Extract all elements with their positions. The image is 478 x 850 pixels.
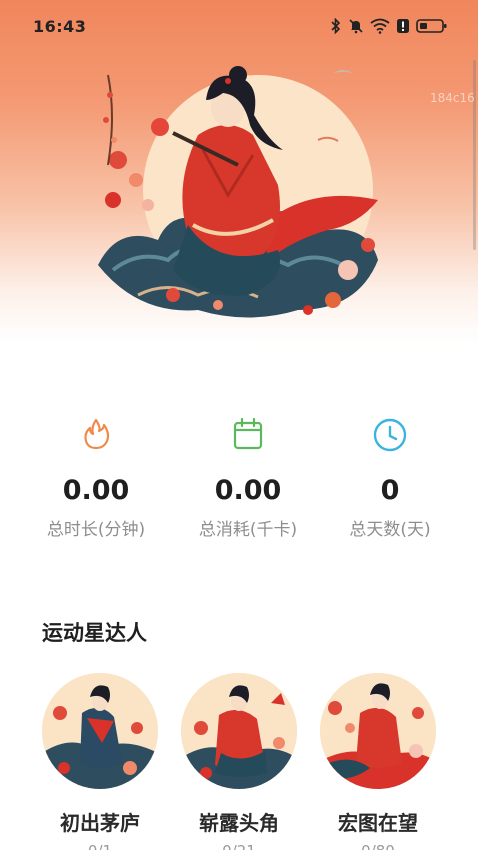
achievement-badge-image — [42, 673, 158, 789]
achievement-progress: 0/80 — [318, 842, 438, 850]
bluetooth-icon — [331, 18, 341, 34]
mute-icon — [349, 19, 363, 34]
stat-label: 总时长(分钟) — [46, 520, 146, 540]
stat-label: 总消耗(千卡) — [198, 520, 298, 540]
achievement-name: 初出茅庐 — [60, 811, 140, 835]
stats-panel: 0.00 总时长(分钟) 0.00 总消耗(千卡) 0 总天数(天) — [0, 405, 478, 555]
achievement-progress: 0/1 — [40, 842, 160, 850]
calendar-icon — [233, 417, 263, 450]
achievement-progress: 0/21 — [179, 842, 299, 850]
stat-value: 0 — [380, 475, 400, 506]
achievement-badge-image — [320, 673, 436, 789]
hanfu-woman-illustration — [98, 66, 378, 318]
achievement-name: 宏图在望 — [338, 811, 418, 835]
alert-icon — [397, 19, 409, 33]
achievement-card[interactable]: 崭露头角 0/21 — [179, 673, 299, 850]
achievement-card[interactable]: 初出茅庐 0/1 — [40, 673, 160, 850]
hero-banner: 16:43 184c16 — [0, 0, 478, 345]
watermark-text: 184c16 — [430, 91, 475, 105]
flame-icon — [84, 418, 110, 450]
achievement-name: 崭露头角 — [199, 811, 279, 835]
status-time: 16:43 — [33, 16, 87, 36]
status-icons — [330, 18, 448, 34]
achievement-card[interactable]: 宏图在望 0/80 — [318, 673, 438, 850]
scrollbar[interactable] — [473, 60, 476, 250]
achievement-badge-image — [181, 673, 297, 789]
battery-icon — [416, 19, 447, 33]
stat-label: 总天数(天) — [349, 520, 431, 540]
section-title: 运动星达人 — [42, 621, 147, 645]
stat-value: 0.00 — [62, 475, 130, 506]
stat-value: 0.00 — [214, 475, 282, 506]
wifi-icon — [370, 18, 390, 34]
status-bar: 16:43 — [0, 0, 478, 52]
clock-icon — [373, 418, 407, 452]
